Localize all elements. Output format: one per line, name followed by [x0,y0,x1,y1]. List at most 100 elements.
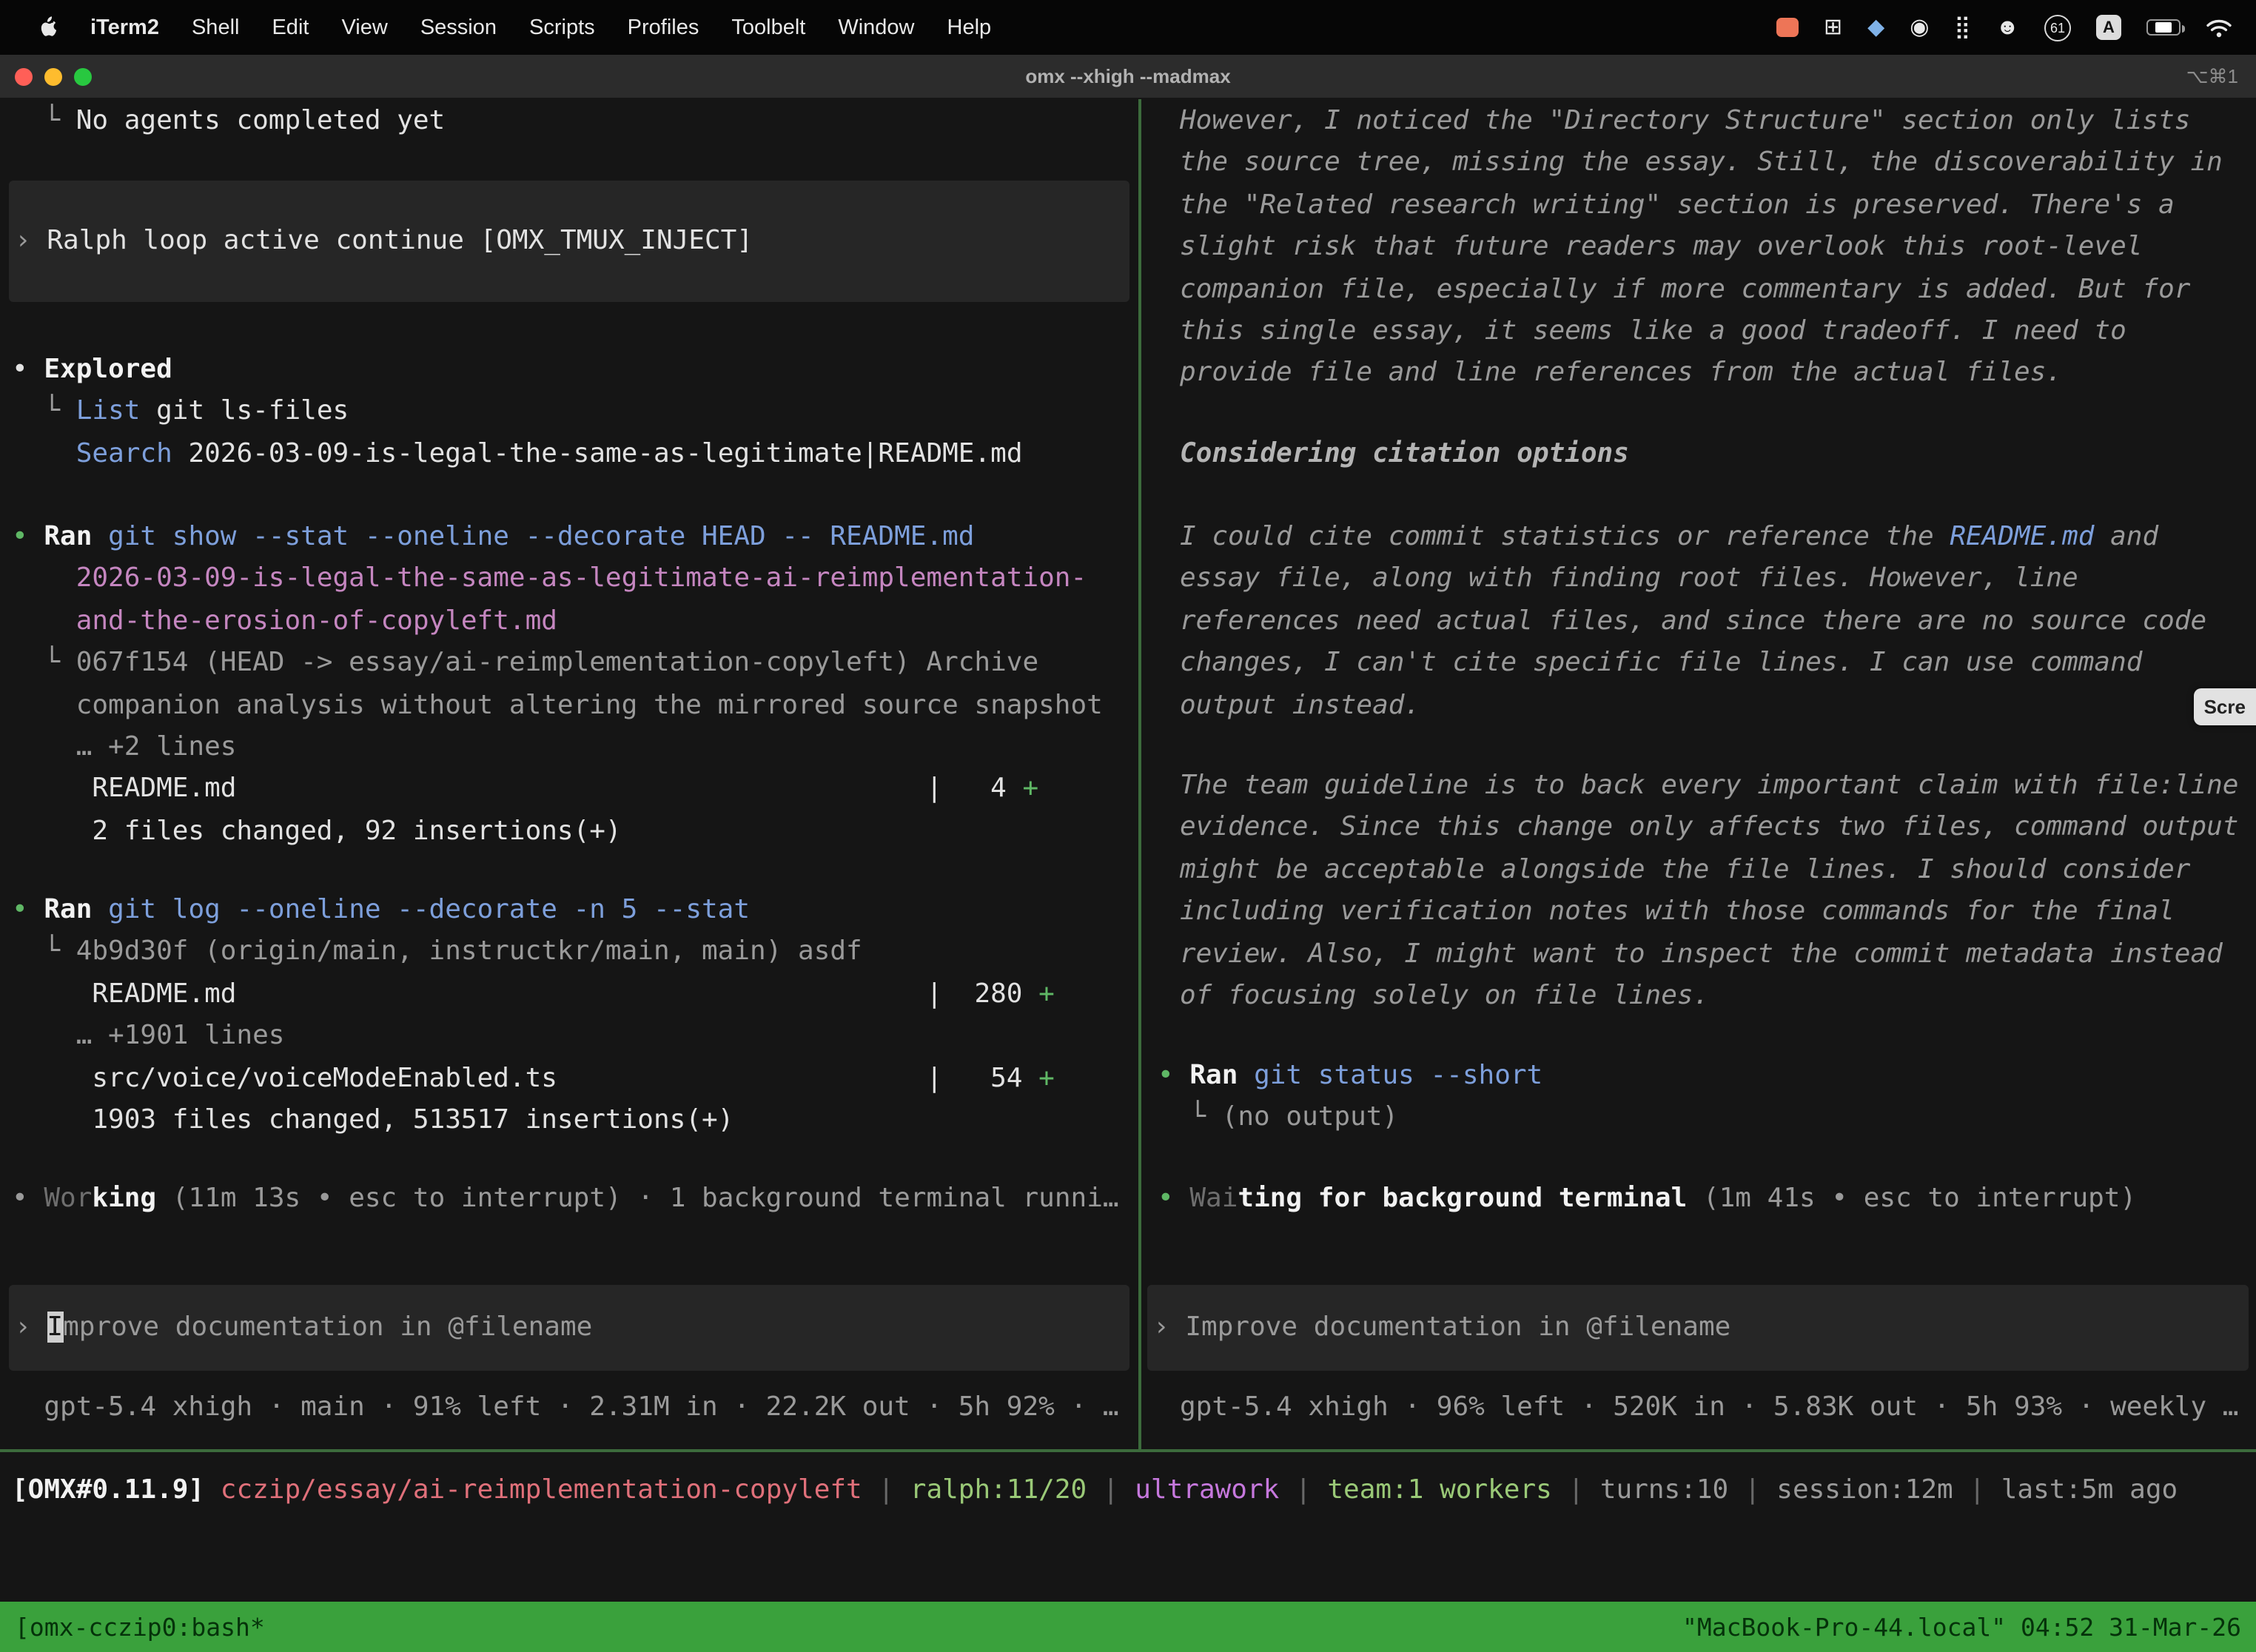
ghost-app-icon[interactable]: ☻ [1995,16,2019,38]
terminal-line: › Improve documentation in @filename [1153,1307,2249,1349]
git-show-block: • Ran git show --stat --oneline --decora… [12,517,1103,853]
terminal-line: might be acceptable alongside the file l… [1180,850,2239,892]
menu-profiles[interactable]: Profiles [611,16,716,39]
terminal-line: slight risk that future readers may over… [1180,226,2223,269]
terminal-line: README.md | 4 + [12,769,1103,811]
camera-app-icon[interactable]: ◉ [1910,16,1929,38]
menu-view[interactable]: View [325,16,403,39]
terminal-line: › Improve documentation in @filename [15,1307,1129,1349]
omx-status-bar: [OMX#0.11.9] cczip/essay/ai-reimplementa… [12,1470,2178,1512]
terminal-line: provide file and line references from th… [1180,353,2223,395]
app-menu-iterm2[interactable]: iTerm2 [74,16,175,39]
terminal-line: I could cite commit statistics or refere… [1180,517,2206,559]
window-title: omx --xhigh --madmax [0,65,2256,87]
terminal-line: gpt-5.4 xhigh · main · 91% left · 2.31M … [12,1387,1119,1429]
waiting-status-line: • Waiting for background terminal (1m 41… [1158,1178,2136,1220]
menu-window[interactable]: Window [822,16,930,39]
right-pane: However, I noticed the "Directory Struct… [1140,99,2256,1449]
terminal-line: • Ran git show --stat --oneline --decora… [12,517,1103,559]
terminal-line: The team guideline is to back every impo… [1180,765,2239,807]
pane-bottom-border [0,1449,2256,1451]
terminal-line: including verification notes with those … [1180,891,2239,933]
screen: iTerm2 Shell Edit View Session Scripts P… [0,0,2256,1652]
terminal-line: • Working (11m 13s • esc to interrupt) ·… [12,1178,1119,1220]
terminal-line: review. Also, I might want to inspect th… [1180,933,2239,976]
terminal-line: references need actual files, and since … [1180,601,2206,643]
window-title-bar[interactable]: omx --xhigh --madmax ⌥⌘1 [0,55,2256,99]
terminal-line: companion analysis without altering the … [12,685,1103,727]
terminal-line: … +2 lines [12,727,1103,769]
menu-shell[interactable]: Shell [175,16,256,39]
tmux-status-bar: [omx-cczip0:bash* "MacBook-Pro-44.local"… [0,1602,2256,1652]
terminal-line: essay file, along with finding root file… [1180,559,2206,601]
battery-icon[interactable] [2146,19,2181,36]
git-status-block: • Ran git status --short └ (no output) [1158,1055,1542,1140]
terminal: └ No agents completed yet › Ralph loop a… [0,99,2256,1449]
launcher-grid-icon[interactable]: ⣿ [1954,16,1970,38]
terminal-line: Considering citation options [1180,434,1629,476]
menu-help[interactable]: Help [931,16,1008,39]
input-source-badge[interactable]: A [2096,15,2121,40]
apple-menu-icon[interactable] [21,15,74,40]
terminal-line: gpt-5.4 xhigh · 96% left · 520K in · 5.8… [1180,1387,2239,1429]
menu-edit[interactable]: Edit [255,16,325,39]
explored-block: • Explored └ List git ls-files Search 20… [12,349,1023,475]
menu-toolbelt[interactable]: Toolbelt [715,16,822,39]
terminal-line: the "Related research writing" section i… [1180,185,2223,227]
menu-scripts[interactable]: Scripts [513,16,611,39]
menu-bar-menus: iTerm2 Shell Edit View Session Scripts P… [0,15,1007,40]
minimize-button[interactable] [44,68,62,86]
zoom-button[interactable] [74,68,92,86]
git-log-block: • Ran git log --oneline --decorate -n 5 … [12,890,1055,1142]
menu-bar-status-icons: ⊞ ◆ ◉ ⣿ ☻ 61 A [1776,14,2256,41]
agents-status-block: └ No agents completed yet [12,101,445,143]
screen-recording-indicator[interactable] [1776,18,1799,37]
blue-app-icon[interactable]: ◆ [1867,16,1884,38]
terminal-line: └ (no output) [1158,1098,1542,1140]
terminal-line: of focusing solely on file lines. [1180,976,2239,1018]
screen-share-button[interactable]: Scre [2194,688,2256,725]
reasoning-paragraph-3: The team guideline is to back every impo… [1180,765,2239,1018]
terminal-line: However, I noticed the "Directory Struct… [1180,101,2223,143]
terminal-line: changes, I can't cite specific file line… [1180,642,2206,685]
terminal-line: the source tree, missing the essay. Stil… [1180,143,2223,185]
terminal-line: › Ralph loop active continue [OMX_TMUX_I… [15,221,1129,263]
ralph-loop-banner: › Ralph loop active continue [OMX_TMUX_I… [9,181,1129,302]
terminal-line: Search 2026-03-09-is-legal-the-same-as-l… [12,434,1023,476]
battery-percentage-badge[interactable]: 61 [2044,14,2071,41]
terminal-line: evidence. Since this change only affects… [1180,807,2239,850]
reasoning-paragraph-1: However, I noticed the "Directory Struct… [1180,101,2223,394]
terminal-line: • Ran git log --oneline --decorate -n 5 … [12,890,1055,932]
terminal-line: • Explored [12,349,1023,392]
terminal-line: companion file, especially if more comme… [1180,269,2223,311]
terminal-line: this single essay, it seems like a good … [1180,311,2223,353]
model-status-line-left: gpt-5.4 xhigh · main · 91% left · 2.31M … [12,1387,1119,1429]
close-button[interactable] [15,68,33,86]
terminal-line: 1903 files changed, 513517 insertions(+) [12,1100,1055,1142]
terminal-line: and-the-erosion-of-copyleft.md [12,601,1103,643]
pane-divider[interactable] [1138,99,1141,1449]
terminal-line: └ No agents completed yet [12,101,445,143]
traffic-lights [0,68,92,86]
prompt-input-left[interactable]: › Improve documentation in @filename [9,1285,1129,1371]
window-manager-icon[interactable]: ⊞ [1824,16,1842,38]
terminal-line: • Ran git status --short [1158,1055,1542,1098]
terminal-line: output instead. [1180,685,2206,727]
tmux-host-clock: "MacBook-Pro-44.local" 04:52 31-Mar-26 [1682,1613,2241,1641]
terminal-line: └ List git ls-files [12,392,1023,434]
window-shortcut-badge: ⌥⌘1 [2186,64,2238,88]
terminal-line: └ 4b9d30f (origin/main, instructkr/main,… [12,932,1055,974]
working-status-line: • Working (11m 13s • esc to interrupt) ·… [12,1178,1119,1220]
terminal-line: • Waiting for background terminal (1m 41… [1158,1178,2136,1220]
menu-session[interactable]: Session [404,16,513,39]
terminal-line: 2 files changed, 92 insertions(+) [12,810,1103,853]
tmux-session-name: [omx-cczip0:bash* [15,1613,265,1641]
terminal-line: [OMX#0.11.9] cczip/essay/ai-reimplementa… [12,1470,2178,1512]
terminal-line: README.md | 280 + [12,974,1055,1016]
model-status-line-right: gpt-5.4 xhigh · 96% left · 520K in · 5.8… [1180,1387,2239,1429]
prompt-input-right[interactable]: › Improve documentation in @filename [1147,1285,2249,1371]
reasoning-heading: Considering citation options [1180,434,1629,476]
terminal-line: └ 067f154 (HEAD -> essay/ai-reimplementa… [12,642,1103,685]
terminal-line: 2026-03-09-is-legal-the-same-as-legitima… [12,559,1103,601]
wifi-icon[interactable] [2206,17,2232,38]
